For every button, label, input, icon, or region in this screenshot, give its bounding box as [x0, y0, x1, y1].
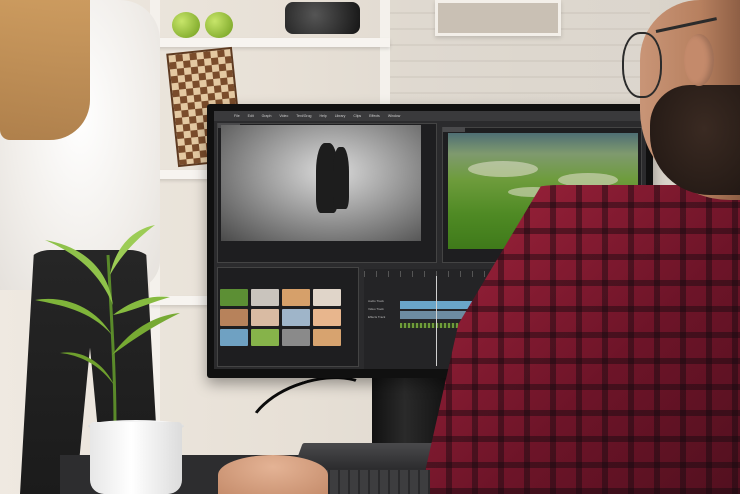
- plant-pot: [90, 422, 182, 494]
- village-cluster: [468, 161, 538, 177]
- clip-thumbnail[interactable]: [282, 309, 310, 326]
- menu-item: Help: [319, 114, 327, 118]
- village-cluster: [558, 173, 618, 187]
- green-ball: [205, 12, 233, 38]
- speaker: [285, 2, 360, 34]
- clip-thumbnail[interactable]: [313, 329, 341, 346]
- glasses: [622, 32, 662, 98]
- menu-item: Text/Grog: [296, 114, 312, 118]
- clip-thumbnail[interactable]: [220, 329, 248, 346]
- editor-menubar: File Edit Graph Video Text/Grog Help Lib…: [214, 111, 646, 121]
- timeline-playhead[interactable]: [436, 276, 437, 366]
- woman-hair: [0, 0, 90, 140]
- panel-tab: [443, 127, 465, 132]
- media-thumbnails: [220, 289, 346, 361]
- green-ball: [172, 12, 200, 38]
- dancer-figure: [333, 147, 349, 209]
- menu-item: Graph: [261, 114, 272, 118]
- menu-item: Edit: [247, 114, 254, 118]
- clip-thumbnail[interactable]: [220, 289, 248, 306]
- clip-thumbnail[interactable]: [251, 309, 279, 326]
- track-label: Effects Track: [368, 315, 386, 319]
- menu-item: Effects: [369, 114, 380, 118]
- wall-picture-frame: [435, 0, 561, 36]
- clip-thumbnail[interactable]: [282, 329, 310, 346]
- clip-thumbnail[interactable]: [313, 309, 341, 326]
- menu-item: Window: [387, 114, 401, 118]
- track-label: Video Track: [368, 307, 384, 311]
- clip-thumbnail[interactable]: [220, 309, 248, 326]
- plant-leaves: [35, 225, 180, 426]
- clip-thumbnail[interactable]: [251, 329, 279, 346]
- photo-scene: File Edit Graph Video Text/Grog Help Lib…: [0, 0, 740, 494]
- menu-item: Video: [279, 114, 289, 118]
- shelf-board: [150, 38, 390, 47]
- dance-video-preview: [221, 125, 421, 241]
- track-label: Audio Track: [368, 299, 384, 303]
- clip-thumbnail[interactable]: [282, 289, 310, 306]
- menu-item: Library: [334, 114, 346, 118]
- hand: [218, 455, 328, 494]
- man-ear: [684, 34, 714, 86]
- keyboard: [310, 470, 430, 494]
- clip-thumbnail[interactable]: [251, 289, 279, 306]
- menu-item: File: [234, 114, 240, 118]
- menu-item: Clips: [353, 114, 362, 118]
- clip-thumbnail[interactable]: [313, 289, 341, 306]
